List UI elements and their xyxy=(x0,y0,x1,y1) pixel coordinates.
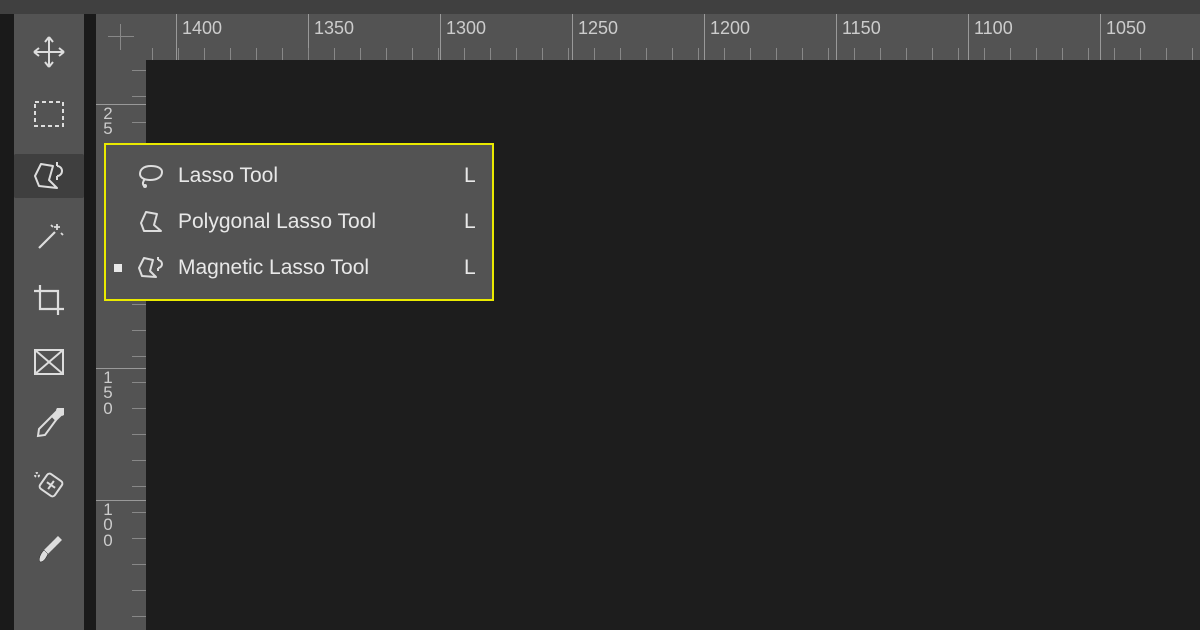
tool-shortcut: L xyxy=(464,164,482,188)
healing-brush-icon xyxy=(32,470,66,502)
magnetic-lasso-tool-item[interactable]: Magnetic Lasso Tool L xyxy=(112,245,482,291)
magnetic-lasso-icon xyxy=(31,160,67,192)
options-bar xyxy=(0,0,1200,14)
tool-shortcut: L xyxy=(464,210,482,234)
ruler-tick-label: 1400 xyxy=(182,18,222,39)
rectangular-marquee-tool[interactable] xyxy=(24,92,74,136)
magic-wand-tool[interactable] xyxy=(24,216,74,260)
ruler-tick-label: 100 xyxy=(102,502,114,548)
ruler-tick-label: 1100 xyxy=(974,18,1013,39)
ruler-origin[interactable] xyxy=(96,14,146,60)
ruler-tick-label: 1350 xyxy=(314,18,354,39)
frame-icon xyxy=(33,348,65,376)
tool-label: Magnetic Lasso Tool xyxy=(178,256,454,280)
spot-healing-brush-tool[interactable] xyxy=(24,464,74,508)
crop-tool[interactable] xyxy=(24,278,74,322)
move-icon xyxy=(32,35,66,69)
crop-icon xyxy=(32,283,66,317)
move-tool[interactable] xyxy=(24,30,74,74)
tool-shortcut: L xyxy=(464,256,482,280)
ruler-tick-label: 1200 xyxy=(710,18,750,39)
lasso-icon xyxy=(134,163,168,189)
brush-tool[interactable] xyxy=(24,526,74,570)
eyedropper-icon xyxy=(34,408,64,440)
ruler-tick-label: 1150 xyxy=(842,18,881,39)
ruler-tick-label: 150 xyxy=(102,370,114,416)
magic-wand-icon xyxy=(33,222,65,254)
lasso-tool-item[interactable]: Lasso Tool L xyxy=(112,153,482,199)
selected-indicator xyxy=(112,264,124,272)
polygonal-lasso-tool-item[interactable]: Polygonal Lasso Tool L xyxy=(112,199,482,245)
frame-tool[interactable] xyxy=(24,340,74,384)
lasso-tool-flyout: Lasso Tool L Polygonal Lasso Tool L Magn… xyxy=(104,143,494,301)
magnetic-lasso-icon xyxy=(134,255,168,281)
polygonal-lasso-icon xyxy=(134,209,168,235)
ruler-tick-label: 1300 xyxy=(446,18,486,39)
tool-label: Lasso Tool xyxy=(178,164,454,188)
eyedropper-tool[interactable] xyxy=(24,402,74,446)
tools-panel xyxy=(14,14,84,630)
ruler-tick-label: 25 xyxy=(102,106,114,137)
marquee-icon xyxy=(33,100,65,128)
ruler-tick-label: 1250 xyxy=(578,18,618,39)
ruler-horizontal[interactable]: 1400135013001250120011501100105010 xyxy=(96,14,1200,60)
ruler-tick-label: 1050 xyxy=(1106,18,1146,39)
brush-icon xyxy=(34,532,64,564)
lasso-tool-group[interactable] xyxy=(14,154,84,198)
tool-label: Polygonal Lasso Tool xyxy=(178,210,454,234)
